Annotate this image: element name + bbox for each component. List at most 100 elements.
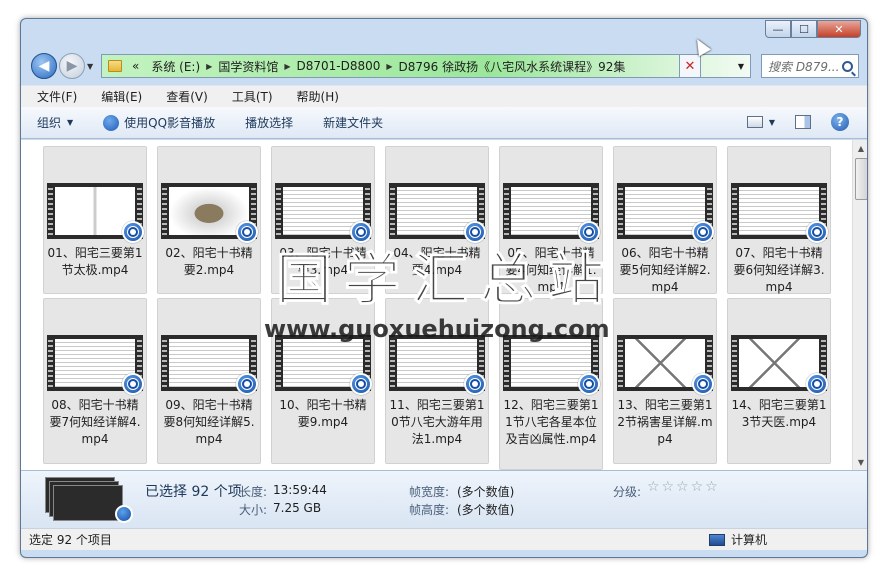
file-tile[interactable]: 07、阳宅十书精要6何知经详解3.mp4	[727, 146, 831, 294]
scrollbar-thumb[interactable]	[855, 158, 867, 200]
file-view: 01、阳宅三要第1节太极.mp4 02、阳宅十书精要2.mp4 03、阳宅十书精…	[21, 140, 867, 470]
recent-pages-dropdown-icon[interactable]: ▼	[87, 62, 93, 71]
computer-icon	[709, 533, 725, 546]
file-tile[interactable]: 04、阳宅十书精要4.mp4	[385, 146, 489, 294]
file-name: 01、阳宅三要第1节太极.mp4	[47, 246, 143, 277]
rating-label: 分级:	[613, 485, 642, 499]
file-name: 03、阳宅十书精要3.mp4	[279, 246, 367, 277]
qq-player-icon	[464, 373, 486, 395]
back-button[interactable]: ◀	[31, 53, 57, 79]
toolbar-right: ▼ ?	[746, 113, 849, 131]
play-selection-button[interactable]: 播放选择	[245, 114, 293, 131]
file-name: 14、阳宅三要第13节天医.mp4	[731, 398, 827, 429]
menu-file[interactable]: 文件(F)	[21, 88, 85, 105]
file-tile[interactable]: 13、阳宅三要第12节祸害星详解.mp4	[613, 298, 717, 464]
chevron-down-icon[interactable]: ▼	[769, 118, 775, 127]
qq-player-icon	[350, 221, 372, 243]
qq-player-icon	[122, 373, 144, 395]
file-name: 06、阳宅十书精要5何知经详解2.mp4	[619, 246, 711, 294]
title-bar: — ☐ ✕	[21, 19, 867, 47]
qq-play-button[interactable]: 使用QQ影音播放	[103, 114, 215, 131]
forward-button[interactable]: ▶	[59, 53, 85, 79]
status-computer-label: 计算机	[731, 533, 768, 547]
play-selection-label: 播放选择	[245, 116, 294, 130]
address-dropdown-icon[interactable]: ▼	[732, 62, 750, 71]
menu-tools[interactable]: 工具(T)	[216, 88, 281, 105]
menu-bar: 文件(F) 编辑(E) 查看(V) 工具(T) 帮助(H)	[21, 85, 867, 107]
file-name: 12、阳宅三要第11节八宅各星本位及吉凶属性.mp4	[503, 398, 599, 446]
scroll-down-icon[interactable]: ▼	[853, 454, 867, 470]
file-tile[interactable]: 05、阳宅十书精要4何知经详解1.mp4	[499, 146, 603, 294]
file-tile[interactable]: 08、阳宅十书精要7何知经详解4.mp4	[43, 298, 147, 464]
breadcrumb-current[interactable]: D8796 徐政扬《八宅风水系统课程》92集	[393, 58, 632, 75]
status-selected: 选定 92 个项目	[29, 533, 112, 547]
file-tile[interactable]: 10、阳宅十书精要9.mp4	[271, 298, 375, 464]
preview-pane-icon[interactable]	[795, 115, 811, 129]
qq-player-icon	[692, 373, 714, 395]
file-tile[interactable]: 06、阳宅十书精要5何知经详解2.mp4	[613, 146, 717, 294]
frame-width-label: 帧宽度:	[409, 485, 450, 499]
menu-view[interactable]: 查看(V)	[150, 88, 216, 105]
organize-button[interactable]: 组织 ▼	[37, 114, 73, 131]
file-tile[interactable]: 14、阳宅三要第13节天医.mp4	[727, 298, 831, 464]
qq-play-label: 使用QQ影音播放	[124, 116, 216, 130]
qq-player-icon	[103, 114, 120, 131]
qq-player-icon	[464, 221, 486, 243]
search-input[interactable]: 搜索 D879...	[761, 54, 859, 78]
file-tile[interactable]: 12、阳宅三要第11节八宅各星本位及吉凶属性.mp4	[499, 298, 603, 470]
minimize-button[interactable]: —	[765, 20, 791, 38]
file-tile[interactable]: 09、阳宅十书精要8何知经详解5.mp4	[157, 298, 261, 464]
file-tile[interactable]: 03、阳宅十书精要3.mp4	[271, 146, 375, 294]
search-icon[interactable]	[842, 60, 853, 72]
breadcrumb-overflow[interactable]: «	[126, 59, 145, 73]
details-pane: 已选择 92 个项 长度: 13:59:44 大小: 7.25 GB 帧宽度: …	[21, 470, 867, 528]
vertical-scrollbar[interactable]: ▲ ▼	[852, 140, 867, 470]
size-label: 大小:	[239, 503, 268, 517]
command-bar: 组织 ▼ 使用QQ影音播放 播放选择 新建文件夹 ▼ ?	[21, 107, 867, 139]
qq-player-icon	[578, 221, 600, 243]
search-placeholder: 搜索 D879...	[768, 59, 840, 74]
explorer-window: — ☐ ✕ ◀ ▶ ▼ « 系统 (E:) ▶ 国学资料馆 ▶ D8701-D8…	[20, 18, 868, 558]
scroll-up-icon[interactable]: ▲	[853, 140, 867, 156]
new-folder-button[interactable]: 新建文件夹	[323, 114, 383, 131]
close-button[interactable]: ✕	[817, 20, 861, 38]
change-view-icon[interactable]	[746, 116, 763, 128]
file-name: 02、阳宅十书精要2.mp4	[165, 246, 253, 277]
chevron-down-icon: ▼	[67, 118, 74, 127]
help-icon[interactable]: ?	[831, 113, 849, 131]
frame-width-value: (多个数值)	[457, 485, 515, 499]
qq-player-icon	[806, 373, 828, 395]
selected-count: 已选择 92 个项	[145, 484, 242, 500]
file-tile[interactable]: 02、阳宅十书精要2.mp4	[157, 146, 261, 294]
length-value: 13:59:44	[273, 483, 327, 497]
file-name: 04、阳宅十书精要4.mp4	[393, 246, 481, 277]
address-bar[interactable]: « 系统 (E:) ▶ 国学资料馆 ▶ D8701-D8800 ▶ D8796 …	[101, 54, 751, 78]
file-tile[interactable]: 11、阳宅三要第10节八宅大游年用法1.mp4	[385, 298, 489, 464]
frame-height-value: (多个数值)	[457, 503, 515, 517]
status-location: 计算机	[709, 531, 767, 548]
breadcrumb-folder-2[interactable]: D8701-D8800	[290, 59, 386, 73]
qq-player-icon	[122, 221, 144, 243]
file-name: 09、阳宅十书精要8何知经详解5.mp4	[163, 398, 255, 446]
status-bar: 选定 92 个项目 计算机	[21, 528, 867, 550]
size-value: 7.25 GB	[273, 501, 322, 515]
qq-player-icon	[236, 221, 258, 243]
file-name: 08、阳宅十书精要7何知经详解4.mp4	[49, 398, 141, 446]
new-folder-label: 新建文件夹	[323, 116, 384, 130]
multi-video-thumbnail-icon	[45, 477, 133, 523]
file-name: 10、阳宅十书精要9.mp4	[279, 398, 367, 429]
window-controls: — ☐ ✕	[765, 20, 861, 38]
breadcrumb-drive[interactable]: 系统 (E:)	[145, 58, 206, 75]
stop-icon[interactable]: ✕	[679, 54, 701, 78]
file-name: 11、阳宅三要第10节八宅大游年用法1.mp4	[389, 398, 485, 446]
qq-player-icon	[236, 373, 258, 395]
rating-stars-icon[interactable]: ☆☆☆☆☆	[647, 479, 720, 495]
menu-help[interactable]: 帮助(H)	[281, 88, 347, 105]
file-name: 05、阳宅十书精要4何知经详解1.mp4	[505, 246, 597, 294]
file-tile[interactable]: 01、阳宅三要第1节太极.mp4	[43, 146, 147, 294]
maximize-button[interactable]: ☐	[791, 20, 817, 38]
menu-edit[interactable]: 编辑(E)	[85, 88, 150, 105]
qq-player-icon	[692, 221, 714, 243]
navigation-bar: ◀ ▶ ▼ « 系统 (E:) ▶ 国学资料馆 ▶ D8701-D8800 ▶ …	[21, 49, 867, 83]
breadcrumb-folder-1[interactable]: 国学资料馆	[212, 58, 284, 75]
